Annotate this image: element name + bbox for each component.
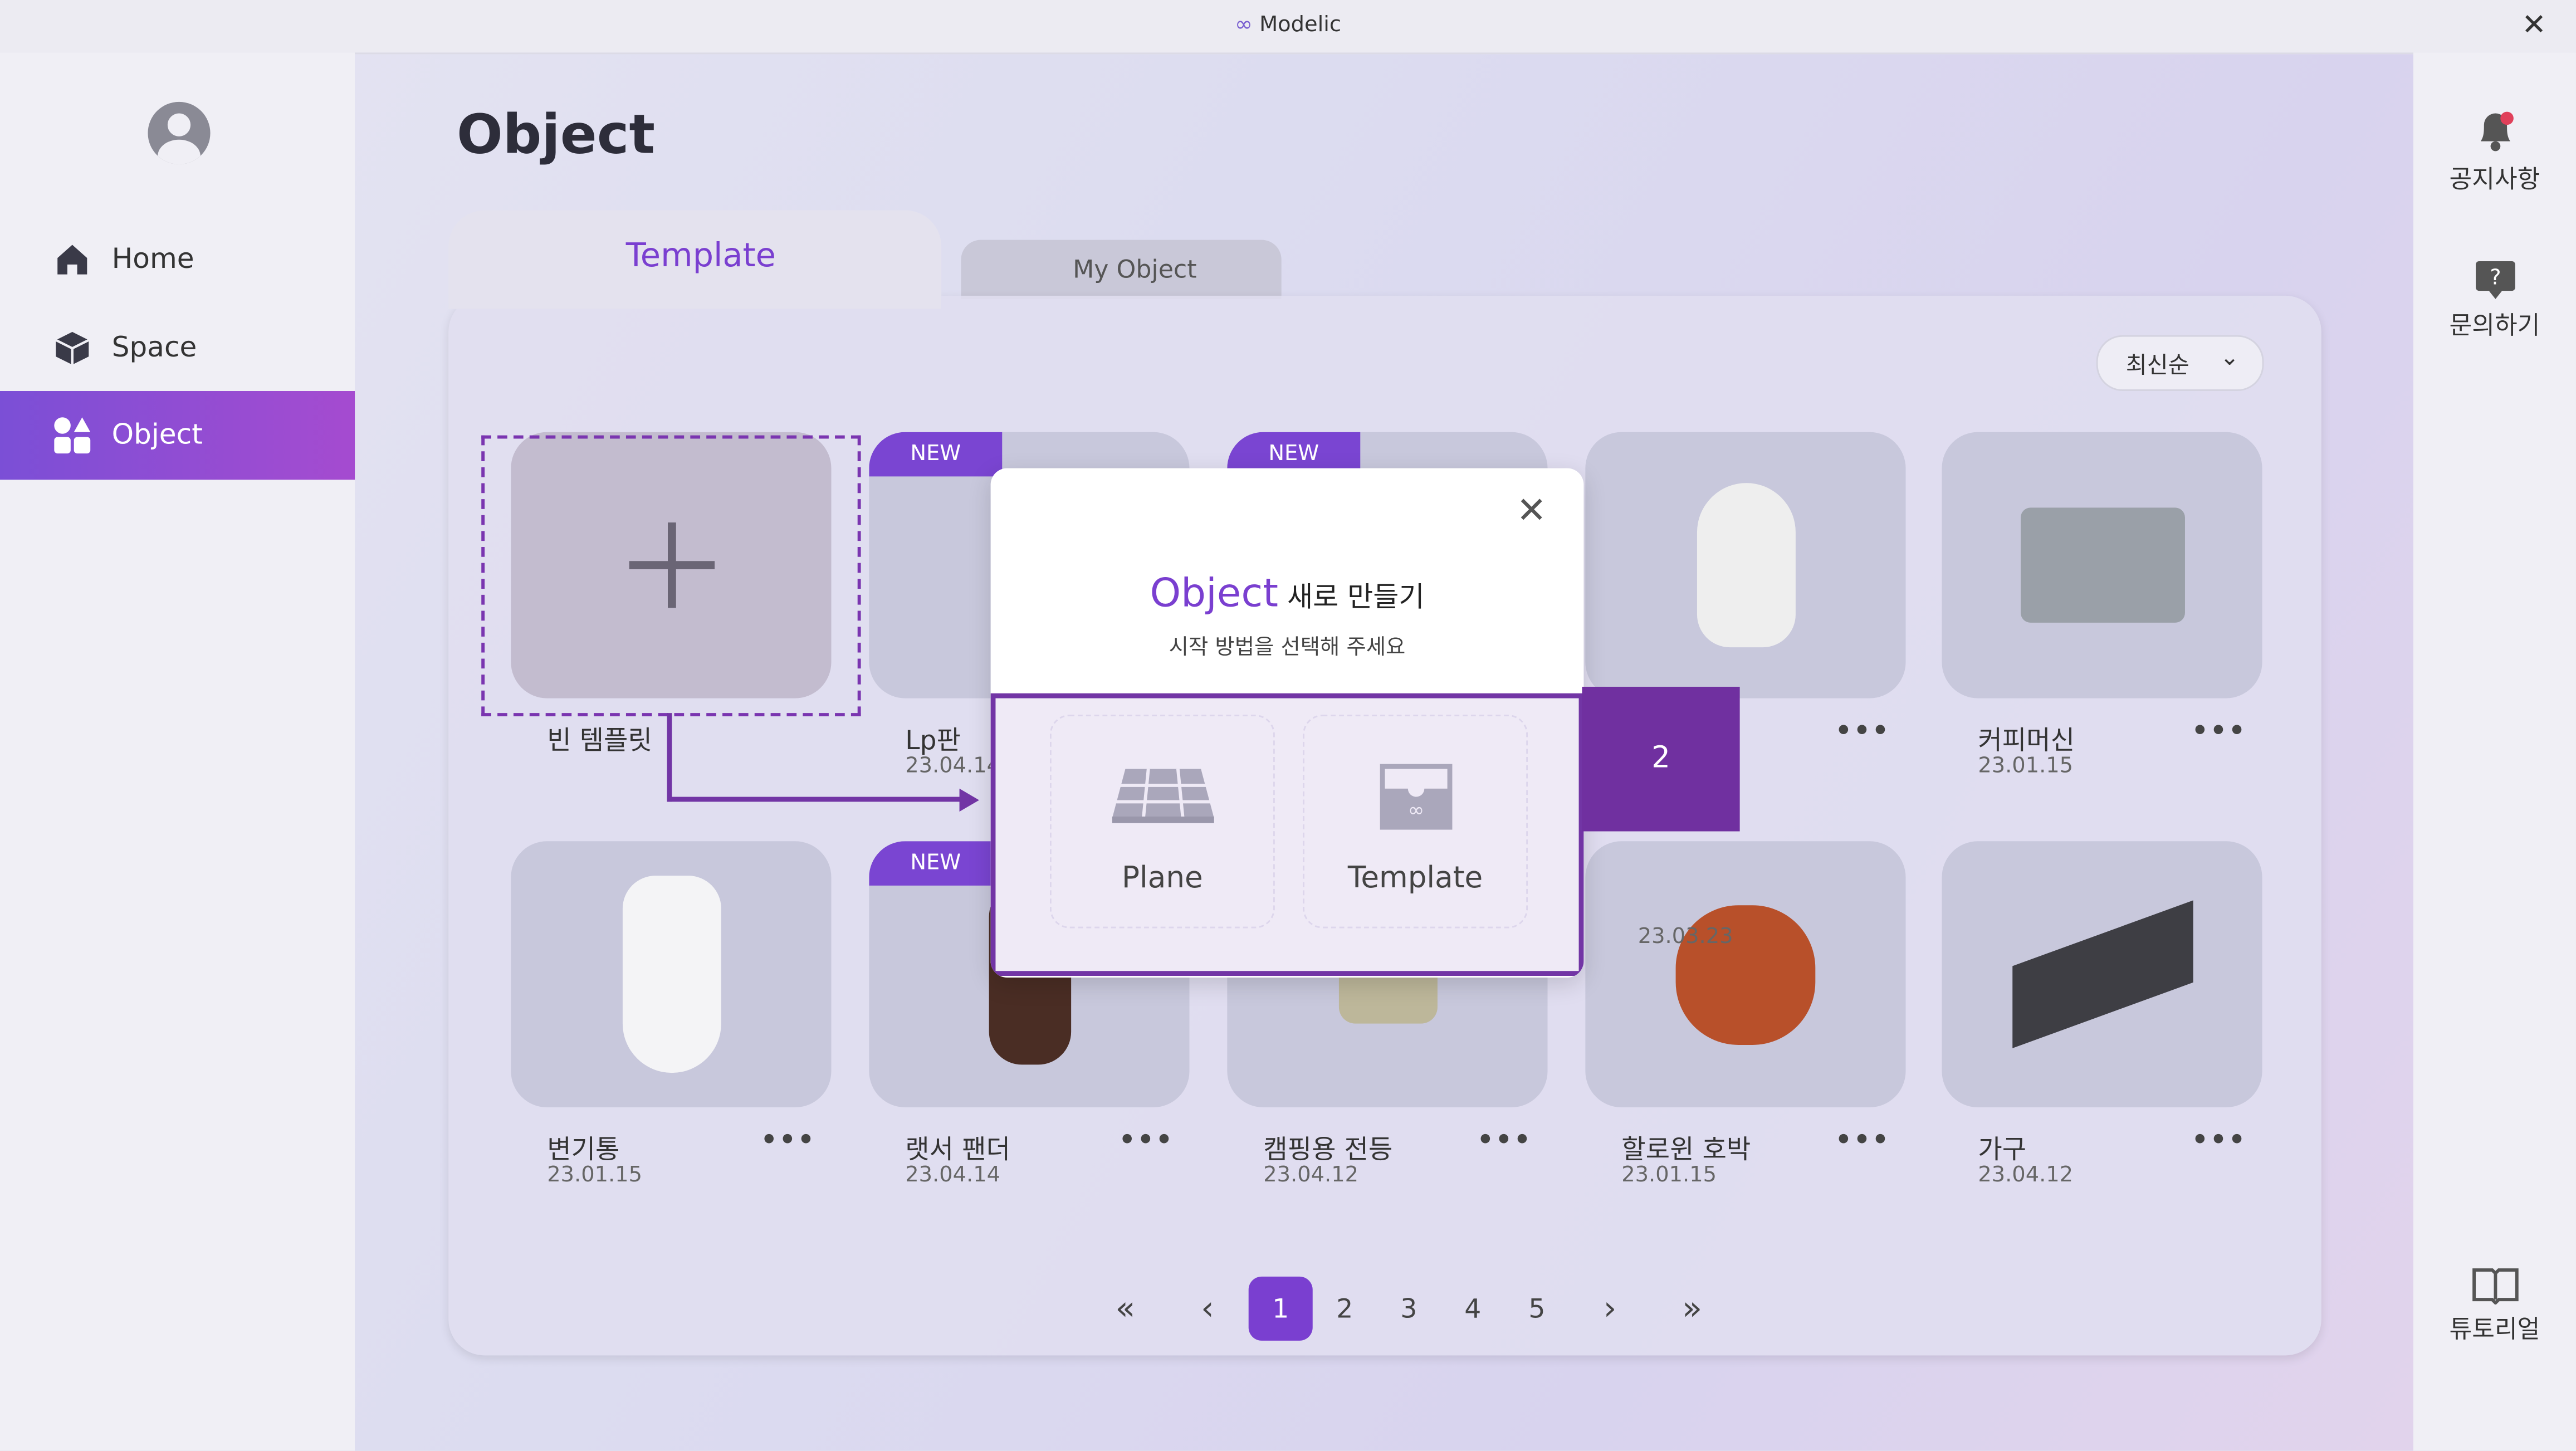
page-button[interactable]: 3 <box>1377 1277 1441 1341</box>
book-icon <box>2471 1268 2518 1306</box>
object-card[interactable]: 23.03.23 할로윈 호박 23.01.15 ••• <box>1585 841 1906 1188</box>
modal-subtitle: 시작 방법을 선택해 주세요 <box>1169 636 1406 661</box>
pagination: « ‹ 1 2 3 4 5 › » <box>1084 1276 1733 1341</box>
cube-icon <box>55 331 90 365</box>
sidebar-item-object[interactable]: Object <box>0 391 355 480</box>
tab-label: Template <box>625 234 776 275</box>
new-badge: NEW <box>869 432 1003 477</box>
shapes-icon <box>54 417 91 454</box>
object-card[interactable]: 가구 23.04.12 ••• <box>1942 841 2262 1188</box>
inquiry-label: 문의하기 <box>2449 310 2540 340</box>
title-bar: ∞ Modelic ✕ <box>0 0 2576 55</box>
object-thumbnail[interactable]: 23.03.23 <box>1585 841 1906 1108</box>
sort-value: 최신순 <box>2125 353 2189 380</box>
overlay-date: 23.03.23 <box>1638 925 1733 950</box>
plane-grid-icon <box>1112 769 1214 823</box>
plane-option-button[interactable]: Plane <box>1049 715 1275 929</box>
object-name: 랫서 팬더 <box>905 1134 1010 1165</box>
object-name: 커피머신 <box>1978 724 2075 756</box>
tutorial-label: 튜토리얼 <box>2449 1314 2540 1344</box>
option-label: Plane <box>1122 861 1203 896</box>
object-name: 캠핑용 전등 <box>1263 1134 1393 1165</box>
close-icon[interactable]: ✕ <box>1516 491 1546 532</box>
home-icon <box>57 245 87 275</box>
page-title: Object <box>456 101 656 166</box>
object-thumbnail[interactable] <box>511 841 832 1108</box>
object-name: 할로윈 호박 <box>1621 1134 1751 1165</box>
more-options-icon[interactable]: ••• <box>1477 1124 1532 1155</box>
object-name: 변기통 <box>547 1134 620 1165</box>
object-date: 23.04.12 <box>1978 1163 2074 1188</box>
tutorial-button[interactable]: 튜토리얼 <box>2413 1265 2576 1346</box>
sidebar-item-space[interactable]: Space <box>0 304 355 393</box>
next-page-button[interactable]: › <box>1569 1277 1651 1341</box>
more-options-icon[interactable]: ••• <box>2192 1124 2247 1155</box>
svg-text:?: ? <box>2489 265 2500 290</box>
notice-label: 공지사항 <box>2449 164 2540 194</box>
more-options-icon[interactable]: ••• <box>2192 715 2247 746</box>
object-thumbnail[interactable] <box>1942 432 2262 698</box>
object-name: 가구 <box>1978 1134 2027 1165</box>
object-date: 23.01.15 <box>1978 754 2074 779</box>
more-options-icon[interactable]: ••• <box>1119 1124 1174 1155</box>
bell-icon <box>2480 111 2513 152</box>
object-name: 빈 템플릿 <box>547 724 652 756</box>
page-button[interactable]: 5 <box>1505 1277 1569 1341</box>
page-button[interactable]: 4 <box>1441 1277 1505 1341</box>
modal-title-text: 새로 만들기 <box>1278 582 1425 615</box>
object-card[interactable]: 변기통 23.01.15 ••• <box>511 841 832 1188</box>
more-options-icon[interactable]: ••• <box>761 1124 816 1155</box>
object-thumbnail[interactable] <box>1585 432 1906 698</box>
object-thumbnail[interactable] <box>1942 841 2262 1108</box>
sidebar-item-label: Home <box>111 243 194 276</box>
chevron-down-icon: ⌄ <box>2220 345 2240 372</box>
annotation-arrow <box>667 713 672 802</box>
object-name: Lp판 <box>905 724 961 756</box>
sidebar-item-home[interactable]: Home <box>0 215 355 304</box>
sort-dropdown[interactable]: 최신순 ⌄ <box>2096 335 2264 392</box>
object-date: 23.04.12 <box>1263 1163 1358 1188</box>
object-date: 23.04.14 <box>905 1163 1000 1188</box>
question-icon: ? <box>2475 261 2515 299</box>
last-page-button[interactable]: » <box>1651 1277 1733 1341</box>
more-options-icon[interactable]: ••• <box>1835 715 1890 746</box>
page-button[interactable]: 1 <box>1248 1276 1313 1341</box>
option-area: Plane ∞ Template <box>990 693 1584 976</box>
svg-text:∞: ∞ <box>1408 799 1424 822</box>
avatar[interactable] <box>148 101 211 164</box>
template-option-button[interactable]: ∞ Template <box>1303 715 1528 929</box>
step-annotation-badge: 2 <box>1582 686 1740 832</box>
app-title-text: Modelic <box>1259 13 1341 38</box>
modelic-logo-icon: ∞ <box>1234 13 1260 38</box>
modal-title-accent: Object <box>1150 570 1279 617</box>
template-icon: ∞ <box>1380 764 1453 830</box>
more-options-icon[interactable]: ••• <box>1835 1124 1890 1155</box>
object-date: 23.04.14 <box>905 754 1000 779</box>
inquiry-button[interactable]: ? 문의하기 <box>2413 258 2576 341</box>
notice-button[interactable]: 공지사항 <box>2413 109 2576 196</box>
close-icon[interactable]: ✕ <box>2521 8 2546 43</box>
object-date: 23.01.15 <box>1621 1163 1717 1188</box>
sidebar-item-label: Object <box>111 419 203 452</box>
page-button[interactable]: 2 <box>1313 1277 1377 1341</box>
object-date: 23.01.15 <box>547 1163 642 1188</box>
arrow-head-icon <box>959 788 979 812</box>
object-card[interactable]: 커피머신 23.01.15 ••• <box>1942 432 2262 779</box>
new-badge: NEW <box>869 841 1003 886</box>
tab-label: My Object <box>1073 255 1197 285</box>
app-title: ∞ Modelic <box>0 13 2576 38</box>
option-label: Template <box>1347 861 1483 896</box>
app-window: ∞ Modelic ✕ Home Space Object 공지사항 ? 문의하… <box>0 0 2576 1451</box>
prev-page-button[interactable]: ‹ <box>1166 1277 1248 1341</box>
modal-title: Object 새로 만들기 <box>991 570 1584 617</box>
tab-template[interactable]: Template <box>448 210 942 309</box>
new-object-modal: ✕ Object 새로 만들기 시작 방법을 선택해 주세요 Plane ∞ T… <box>990 468 1584 978</box>
tab-my-object[interactable]: My Object <box>961 240 1282 299</box>
sidebar-item-label: Space <box>111 331 197 365</box>
highlight-empty-template <box>481 435 861 717</box>
object-card[interactable]: 곰돌이••• <box>1585 432 1906 756</box>
annotation-arrow <box>667 797 963 802</box>
first-page-button[interactable]: « <box>1084 1277 1166 1341</box>
